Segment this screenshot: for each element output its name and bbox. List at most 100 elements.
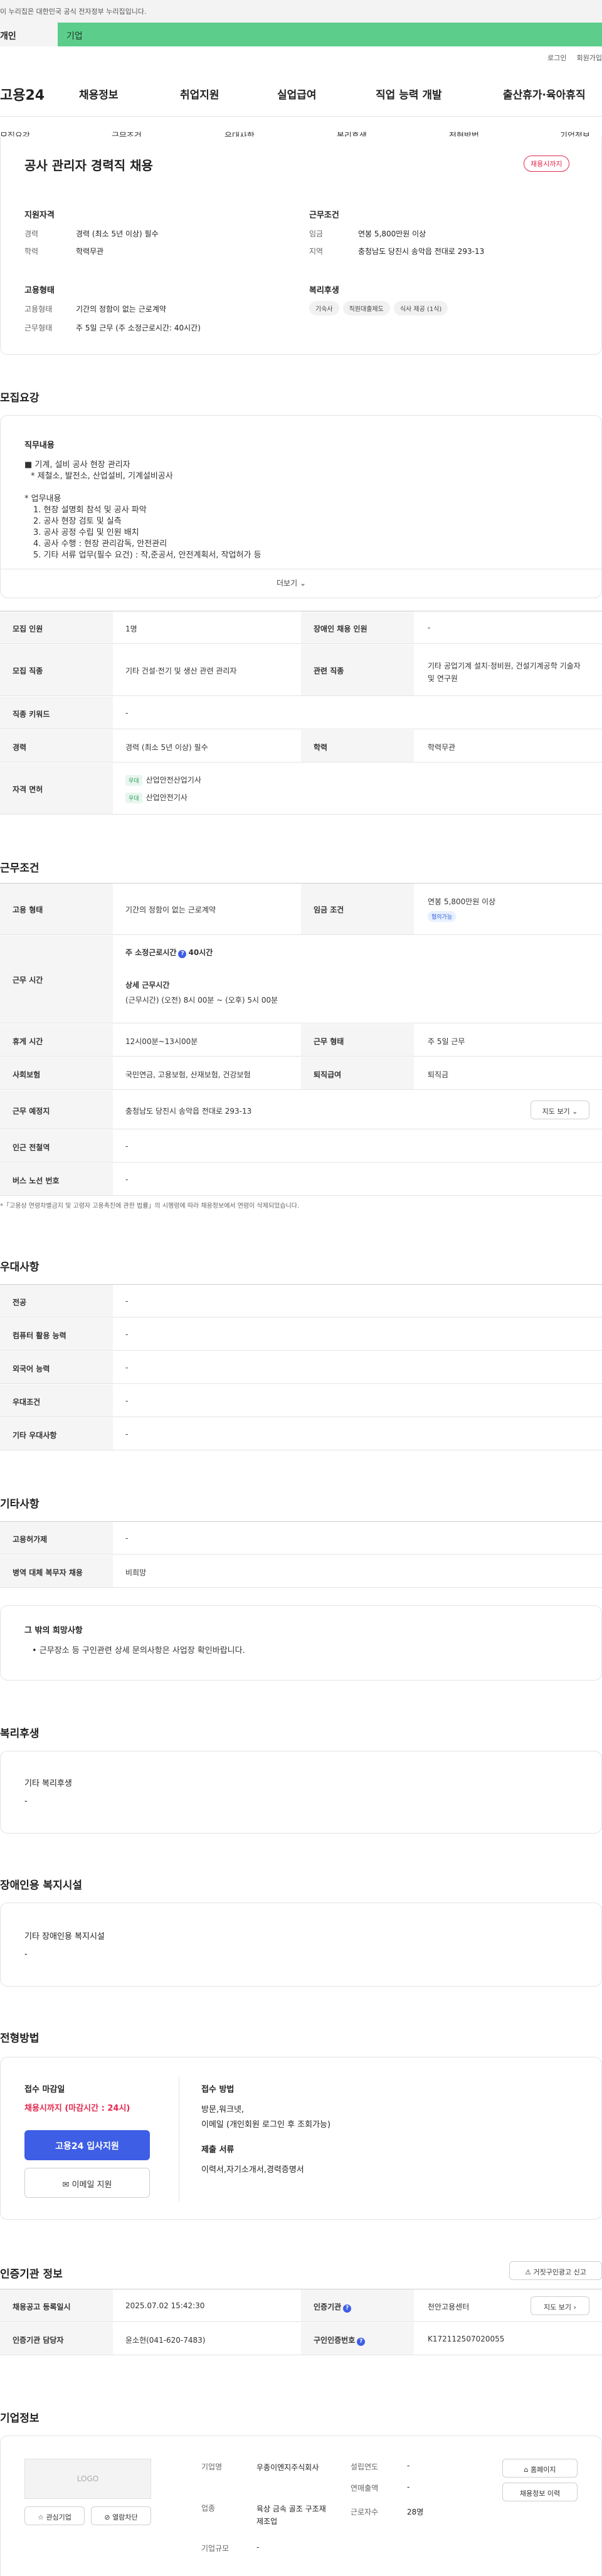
block-view-button[interactable]: ⊘ 열람차단 (91, 2506, 151, 2525)
brand-logo[interactable]: 고용24 (0, 84, 45, 104)
info-icon[interactable]: ? (178, 950, 187, 958)
chevron-down-icon: ⌄ (299, 579, 307, 588)
welfare-title: 복리후생 (309, 286, 339, 295)
report-button[interactable]: ⚠ 거짓구인광고 신고 (509, 2261, 602, 2280)
benefit-section-title: 복리후생 (0, 1728, 40, 1740)
pref-value: - (125, 1297, 129, 1306)
nav-parental-leave[interactable]: 출산휴가·육아휴직 (503, 86, 586, 102)
table-row: 직종 키워드 - (0, 697, 602, 729)
email-icon: ✉ (62, 2180, 70, 2190)
welfare-chip: 직원대출제도 (342, 301, 390, 315)
disabled-value: - (24, 1950, 28, 1959)
pref-label: 컴퓨터 활용 능력 (0, 1318, 113, 1350)
pref-label: 우대조건 (0, 1385, 113, 1417)
retire-label: 퇴직급여 (301, 1057, 414, 1089)
table-row: 버스 노선 번호 - (0, 1163, 602, 1196)
benefit-title: 기타 복리후생 (24, 1779, 72, 1788)
duty-line: * 제철소, 발전소, 산업설비, 기계설비공사 (31, 472, 173, 481)
work-loc-label: 지역 (309, 247, 324, 256)
sales-value: - (407, 2483, 410, 2491)
info-icon[interactable]: ? (343, 2304, 352, 2313)
employ-shift-label: 근무형태 (24, 324, 53, 332)
chevron-right-icon: › (573, 2303, 576, 2311)
login-link[interactable]: 로그인 (547, 54, 566, 62)
table-row: 사회보험 국민연금, 고용보험, 산재보험, 건강보험 퇴직급여 퇴직금 (0, 1057, 602, 1090)
pref-value: - (125, 1330, 129, 1339)
table-row: 인증기관 담당자 윤소현(041-620-7483) 구인인증번호? K1721… (0, 2323, 602, 2355)
cert-section-title: 인증기관 정보 (0, 2268, 63, 2281)
station-value: - (125, 1142, 129, 1151)
break-label: 휴게 시간 (0, 1024, 113, 1056)
homepage-button[interactable]: ⌂ 홈페이지 (502, 2459, 578, 2478)
negotiable-badge: 협의가능 (428, 911, 457, 922)
disabled-section-title: 장애인용 복지시설 (0, 1879, 83, 1892)
pref-value: - (125, 1363, 129, 1372)
pref-label: 전공 (0, 1285, 113, 1317)
agency-label: 인증기관? (301, 2289, 414, 2321)
employ-type-label: 고용형태 (24, 305, 53, 314)
recruit-section-title: 모집요강 (0, 392, 40, 404)
company-card: LOGO ☆ 관심기업 ⊘ 열람차단 기업명 우종이엔지주식회사 업종 육상 금… (0, 2436, 602, 2576)
duty-title: 직무내용 (24, 441, 55, 450)
size-value: - (256, 2543, 260, 2552)
info-icon[interactable]: ? (357, 2338, 366, 2346)
nav-jobs[interactable]: 채용정보 (79, 86, 119, 102)
table-row: 모집 인원 1명 장애인 채용 인원 - (0, 611, 602, 644)
interest-company-button[interactable]: ☆ 관심기업 (24, 2506, 85, 2525)
related-label: 관련 직종 (301, 645, 414, 695)
pref-value: - (125, 1430, 129, 1438)
table-row: 근무 예정지 충청남도 당진시 송악읍 전대로 293-13 지도 보기 ⌄ (0, 1090, 602, 1129)
qual-career-label: 경력 (24, 230, 39, 238)
disabled-count-label: 장애인 채용 인원 (301, 611, 414, 643)
join-link[interactable]: 회원가입 (577, 54, 602, 62)
welfare-chip: 식사 제공 (1식) (393, 301, 448, 315)
benefit-value: - (24, 1797, 28, 1806)
company-logo: LOGO (24, 2459, 151, 2499)
tab-company[interactable]: 기업 (58, 23, 602, 46)
job-label: 모집 직종 (0, 645, 113, 695)
tab-personal[interactable]: 개인 (0, 23, 58, 46)
duty-line (24, 482, 463, 494)
founded-value: - (407, 2461, 410, 2470)
table-row: 전공 - (0, 1285, 602, 1317)
job-value: 기타 건설·전기 및 생산 관련 관리자 (125, 667, 237, 675)
job-history-button[interactable]: 채용정보 이력 (502, 2483, 578, 2501)
table-row: 고용허가제 - (0, 1522, 602, 1555)
warning-icon: ⚠ (525, 2268, 531, 2276)
age-footnote: *「고용상 연령차별금지 및 고령자 고용촉진에 관한 법률」의 시행령에 따라… (0, 1203, 300, 1210)
retire-value: 퇴직금 (428, 1070, 449, 1079)
etc-label: 고용허가제 (0, 1522, 113, 1554)
nav-unemployment-benefit[interactable]: 실업급여 (277, 86, 317, 102)
nav-skill-development[interactable]: 직업 능력 개발 (376, 86, 442, 102)
place-label: 근무 예정지 (0, 1090, 113, 1129)
reg-label: 채용공고 등록일시 (0, 2289, 113, 2321)
map-button[interactable]: 지도 보기 ⌄ (531, 1101, 589, 1119)
method-value-2: 이메일 (개인회원 로그인 후 조회가능) (201, 2120, 331, 2130)
work-title: 근무조건 (309, 211, 339, 220)
star-icon: ☆ (38, 2513, 44, 2521)
more-button[interactable]: 더보기 ⌄ (277, 578, 306, 588)
table-row: 기타 우대사항 - (0, 1418, 602, 1450)
number-label: 구인인증번호? (301, 2323, 414, 2355)
qual-title: 지원자격 (24, 211, 55, 220)
number-value: K172112507020055 (428, 2335, 505, 2343)
preferred-badge: 우대 (125, 775, 142, 786)
other-wish-card: 그 밖의 희망사항 • 근무장소 등 구인관련 상세 문의사항은 사업장 확인바… (0, 1605, 602, 1681)
apply-button[interactable]: 고용24 입사지원 (24, 2130, 150, 2160)
audience-tabs: 개인 기업 (0, 23, 602, 46)
utility-links: 로그인 회원가입 (537, 53, 602, 63)
method-value-1: 방문,워크넷, (201, 2105, 245, 2114)
hours-label: 근무 시간 (0, 936, 113, 1023)
wage-negotiable: 협의가능 (428, 911, 457, 922)
nav-employment-support[interactable]: 취업지원 (180, 86, 219, 102)
welfare-chip: 기숙사 (309, 301, 339, 315)
edu-label: 학력 (301, 730, 414, 762)
company-name-label: 기업명 (201, 2463, 223, 2471)
chevron-down-icon: ⌄ (572, 1107, 578, 1116)
duty-line: ■ 기계, 설비 공사 현장 관리자 (24, 460, 130, 470)
staff-value: 28명 (407, 2508, 424, 2516)
employ-value: 기간의 정함이 없는 근로계약 (125, 905, 216, 914)
email-apply-button[interactable]: ✉ 이메일 지원 (24, 2168, 150, 2198)
job-summary-card: 공사 관리자 경력직 채용 채용시까지 지원자격 경력 경력 (최소 5년 이상… (0, 137, 602, 355)
agency-map-button[interactable]: 지도 보기 › (531, 2296, 589, 2315)
